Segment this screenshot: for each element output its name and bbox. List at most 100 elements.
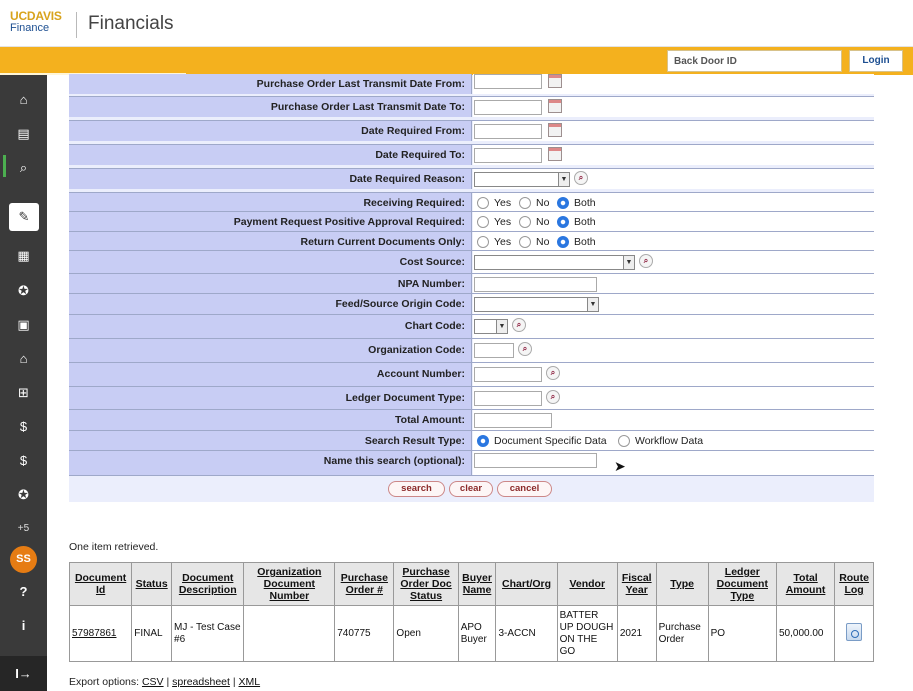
po-transmit-to-input[interactable] — [474, 100, 542, 115]
pin-icon[interactable]: ✎ — [9, 203, 39, 231]
app-title: Financials — [88, 13, 174, 34]
info-icon[interactable]: i — [0, 611, 47, 641]
date-required-from-input[interactable] — [474, 124, 542, 139]
clipboard-icon[interactable]: ▤ — [0, 119, 47, 149]
calendar-icon[interactable] — [548, 99, 562, 113]
column-header[interactable]: Buyer Name — [457, 562, 497, 606]
lookup-icon[interactable]: ⌕ — [546, 366, 560, 380]
column-header[interactable]: Fiscal Year — [616, 562, 657, 606]
export-csv-link[interactable]: CSV — [142, 676, 164, 688]
return-current-both-radio[interactable] — [557, 236, 569, 248]
lookup-icon[interactable]: ⌕ — [512, 318, 526, 332]
payment-approval-yes-radio[interactable] — [477, 216, 489, 228]
payment-approval-no-radio[interactable] — [519, 216, 531, 228]
po-transmit-from-input[interactable] — [474, 74, 542, 89]
description-cell: MJ - Test Case #6 — [171, 605, 245, 662]
star-icon[interactable]: ✪ — [0, 276, 47, 306]
total-amount-input[interactable] — [474, 413, 552, 428]
chart-code-select[interactable]: ▼ — [474, 319, 508, 334]
money-hand-2-icon[interactable]: $ — [0, 446, 47, 476]
route-log-icon[interactable] — [846, 622, 863, 641]
more-items[interactable]: +5 — [0, 523, 47, 534]
column-header[interactable]: Chart/Org — [495, 562, 558, 606]
home-icon[interactable]: ⌂ — [0, 85, 47, 115]
result-type-workflow-radio[interactable] — [618, 435, 630, 447]
column-header[interactable]: Status — [131, 562, 173, 606]
field-label: Receiving Required: — [69, 193, 472, 213]
form-row-cost-source: Cost Source: ▼ ⌕ — [69, 250, 874, 273]
clear-button[interactable]: clear — [449, 481, 493, 497]
field-label: Chart Code: — [69, 315, 472, 338]
backdoor-id-input[interactable]: Back Door ID — [667, 50, 842, 72]
search-name-input[interactable] — [474, 453, 597, 468]
organization-code-input[interactable] — [474, 343, 514, 358]
field-label: Payment Request Positive Approval Requir… — [69, 212, 472, 232]
field-label: Account Number: — [69, 363, 472, 386]
sidebar: ⌂ ▤ ⌕ ✎ ▦ ✪ ▣ ⌂ ⊞ $ $ ✪ +5 SS ? i I→ — [0, 75, 47, 691]
lookup-icon[interactable]: ⌕ — [546, 390, 560, 404]
search-icon[interactable]: ⌕ — [0, 153, 47, 183]
export-spreadsheet-link[interactable]: spreadsheet — [172, 676, 230, 688]
field-label: Purchase Order Last Transmit Date From: — [69, 74, 472, 94]
form-row-payment-approval: Payment Request Positive Approval Requir… — [69, 211, 874, 232]
chevron-down-icon: ▼ — [496, 320, 507, 333]
ledger-doc-type-input[interactable] — [474, 391, 542, 406]
ucdavis-finance-logo[interactable]: UCDAVIS Finance — [10, 10, 62, 34]
column-header[interactable]: Purchase Order Doc Status — [393, 562, 459, 606]
document-id-link[interactable]: 57987861 — [72, 628, 117, 639]
bank-icon[interactable]: ⌂ — [0, 344, 47, 374]
field-label: Date Required To: — [69, 145, 472, 165]
login-button[interactable]: Login — [849, 50, 903, 72]
form-row-search-result-type: Search Result Type: Document Specific Da… — [69, 430, 874, 451]
column-header[interactable]: Document Id — [68, 562, 133, 606]
calendar-icon[interactable] — [548, 74, 562, 88]
cancel-button[interactable]: cancel — [497, 481, 552, 497]
calendar-icon[interactable] — [548, 147, 562, 161]
cost-source-select[interactable]: ▼ — [474, 255, 635, 270]
return-current-no-radio[interactable] — [519, 236, 531, 248]
lookup-icon[interactable]: ⌕ — [574, 171, 588, 185]
npa-number-input[interactable] — [474, 277, 597, 292]
field-label: Organization Code: — [69, 339, 472, 362]
lookup-icon[interactable]: ⌕ — [639, 254, 653, 268]
receiving-both-radio[interactable] — [557, 197, 569, 209]
column-header[interactable]: Document Description — [171, 562, 245, 606]
column-header[interactable]: Purchase Order # — [334, 562, 395, 606]
receiving-no-radio[interactable] — [519, 197, 531, 209]
form-row-organization-code: Organization Code: ⌕ — [69, 338, 874, 362]
column-header[interactable]: Total Amount — [775, 562, 836, 606]
vendor-cell: BATTER UP DOUGH ON THE GO — [556, 605, 618, 662]
id-card-icon[interactable]: ▣ — [0, 310, 47, 340]
calendar-icon[interactable] — [548, 123, 562, 137]
return-current-yes-radio[interactable] — [477, 236, 489, 248]
sitemap-icon[interactable]: ⊞ — [0, 378, 47, 408]
form-row-feed-source: Feed/Source Origin Code: ▼ — [69, 293, 874, 314]
field-label: Purchase Order Last Transmit Date To: — [69, 97, 472, 117]
search-button[interactable]: search — [388, 481, 445, 497]
result-type-document-radio[interactable] — [477, 435, 489, 447]
feed-source-select[interactable]: ▼ — [474, 297, 599, 312]
logout-icon[interactable]: I→ — [0, 656, 47, 691]
column-header[interactable]: Ledger Document Type — [707, 562, 777, 606]
money-hand-icon[interactable]: $ — [0, 412, 47, 442]
calculator-icon[interactable]: ▦ — [0, 241, 47, 271]
export-xml-link[interactable]: XML — [238, 676, 260, 688]
radio-label-workflow-data: Workflow Data — [635, 435, 704, 447]
form-row-npa-number: NPA Number: — [69, 273, 874, 294]
column-header[interactable]: Vendor — [556, 562, 618, 606]
date-required-to-input[interactable] — [474, 148, 542, 163]
radio-label-no: No — [536, 236, 550, 248]
column-header[interactable]: Organization Document Number — [243, 562, 336, 606]
date-required-reason-select[interactable]: ▼ — [474, 172, 570, 187]
payment-approval-both-radio[interactable] — [557, 216, 569, 228]
help-icon[interactable]: ? — [0, 577, 47, 607]
column-header[interactable]: Type — [655, 562, 709, 606]
star-circle-icon[interactable]: ✪ — [0, 480, 47, 510]
field-label: Name this search (optional): — [69, 451, 472, 475]
lookup-icon[interactable]: ⌕ — [518, 342, 532, 356]
account-number-input[interactable] — [474, 367, 542, 382]
logo-ucdavis-text: UCDAVIS — [10, 9, 62, 23]
column-header[interactable]: Route Log — [834, 562, 874, 606]
avatar[interactable]: SS — [10, 546, 37, 573]
receiving-yes-radio[interactable] — [477, 197, 489, 209]
